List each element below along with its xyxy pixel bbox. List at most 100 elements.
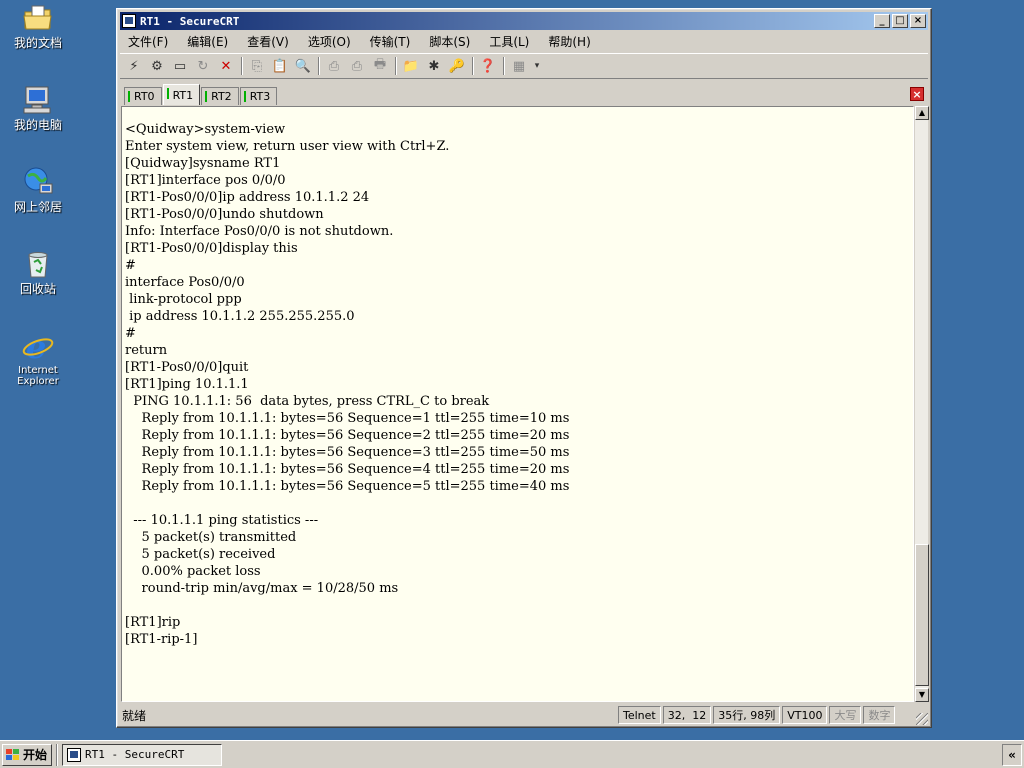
terminal-line: [RT1-Pos0/0/0]quit [125,360,249,375]
session-options-icon[interactable]: 📁 [401,56,421,76]
menu-view[interactable]: 查看(V) [247,33,289,50]
menu-options[interactable]: 选项(O) [308,33,351,50]
menu-script[interactable]: 脚本(S) [429,33,470,50]
tab-label: RT2 [211,90,232,103]
desktop-icon-recycle-bin[interactable]: 回收站 [0,248,76,296]
status-emulation: VT100 [782,706,828,724]
resize-grip-icon[interactable] [916,713,928,725]
disconnect-icon[interactable]: ✕ [216,56,236,76]
tab-label: RT0 [134,90,155,103]
desktop-icon-my-computer[interactable]: 我的电脑 [0,84,76,132]
tab-label: RT3 [249,90,271,103]
maximize-button[interactable]: □ [892,14,908,28]
folder-documents-icon [22,2,54,34]
status-bar: 就绪 Telnet 32, 12 35行, 98列 VT100 大写 数字 [120,705,928,725]
terminal-line: [RT1-Pos0/0/0]ip address 10.1.1.2 24 [125,190,370,205]
scroll-thumb[interactable] [915,544,929,686]
terminal-line: Reply from 10.1.1.1: bytes=56 Sequence=2… [125,428,570,443]
taskbar: 开始 RT1 - SecureCRT « [0,740,1024,768]
close-tab-icon[interactable]: × [910,87,924,101]
tab-rt3[interactable]: RT3 [239,87,278,105]
toolbar-separator [395,57,397,75]
scroll-down-icon[interactable]: ▼ [915,688,929,702]
scroll-up-icon[interactable]: ▲ [915,106,929,120]
terminal-line: 0.00% packet loss [125,564,261,579]
print-selection-icon[interactable]: ⎙ [347,56,367,76]
network-icon [22,166,54,198]
taskbar-item-securecrt[interactable]: RT1 - SecureCRT [62,743,222,766]
quick-connect-icon[interactable]: ⚙ [147,56,167,76]
terminal-text: <Quidway>system-view Enter system view, r… [122,107,913,648]
title-bar[interactable]: RT1 - SecureCRT _ □ × [120,12,928,30]
desktop-icon-label: Internet Explorer [17,365,59,387]
terminal-line: [Quidway]sysname RT1 [125,156,281,171]
windows-flag-icon [6,748,20,761]
start-button[interactable]: 开始 [2,743,52,766]
close-button[interactable]: × [910,14,926,28]
terminal-line: interface Pos0/0/0 [125,275,245,290]
copy-icon[interactable]: ⎘ [247,56,267,76]
minimize-button[interactable]: _ [874,14,890,28]
global-options-icon[interactable]: ✱ [424,56,444,76]
internet-explorer-icon: e [22,328,54,366]
printer-icon[interactable]: 🖶 [370,56,390,76]
tray-expand-icon[interactable]: « [1002,743,1022,766]
menu-help[interactable]: 帮助(H) [548,33,590,50]
recycle-bin-icon [22,248,54,280]
menu-transfer[interactable]: 传输(T) [370,33,411,50]
toolbar-separator [472,57,474,75]
print-icon[interactable]: ⎙ [324,56,344,76]
desktop-icon-label: 我的文档 [13,36,62,50]
tab-rt1[interactable]: RT1 [162,84,201,105]
desktop-icon-my-documents[interactable]: 我的文档 [0,2,76,50]
reconnect-icon[interactable]: ↻ [193,56,213,76]
desktop-icon-network[interactable]: 网上邻居 [0,166,76,214]
session-tab-bar: RT0 RT1 RT2 RT3 × [120,83,928,105]
keypad-icon[interactable]: ▦ [509,56,529,76]
terminal-line: Reply from 10.1.1.1: bytes=56 Sequence=3… [125,445,570,460]
menu-tools[interactable]: 工具(L) [489,33,529,50]
terminal-line: ip address 10.1.1.2 255.255.255.0 [125,309,355,324]
window-title: RT1 - SecureCRT [140,14,240,28]
securecrt-app-icon [122,14,136,28]
terminal-line: round-trip min/avg/max = 10/28/50 ms [125,581,399,596]
svg-text:e: e [26,330,46,362]
desktop-icon-label: 回收站 [19,282,56,296]
terminal-line: [RT1]ping 10.1.1.1 [125,377,249,392]
terminal-line: Reply from 10.1.1.1: bytes=56 Sequence=5… [125,479,570,494]
terminal-line: <Quidway>system-view [125,122,286,137]
status-num-lock: 数字 [863,706,896,724]
tab-rt0[interactable]: RT0 [124,87,162,105]
vertical-scrollbar[interactable]: ▲ ▼ [914,106,929,702]
terminal-line: [RT1]rip [125,615,181,630]
status-ready: 就绪 [122,708,147,723]
connect-in-tab-icon[interactable]: ▭ [170,56,190,76]
terminal-line: Reply from 10.1.1.1: bytes=56 Sequence=4… [125,462,570,477]
connect-icon[interactable]: ⚡ [124,56,144,76]
terminal-line: Info: Interface Pos0/0/0 is not shutdown… [125,224,394,239]
menu-edit[interactable]: 编辑(E) [187,33,228,50]
terminal-line: # [125,326,136,341]
status-terminal-size: 35行, 98列 [713,706,781,724]
toolbar-dropdown-icon[interactable]: ▾ [532,56,542,76]
status-cursor-position: 32, 12 [662,706,712,724]
desktop-icon-internet-explorer[interactable]: e Internet Explorer [0,328,76,387]
key-map-icon[interactable]: 🔑 [447,56,467,76]
tab-rt2[interactable]: RT2 [201,87,239,105]
terminal-line: [RT1]interface pos 0/0/0 [125,173,286,188]
securecrt-app-icon [67,747,81,762]
menu-file[interactable]: 文件(F) [128,33,168,50]
help-icon[interactable]: ❓ [478,56,498,76]
terminal-line: PING 10.1.1.1: 56 data bytes, press CTRL… [125,394,490,409]
terminal-line: link-protocol ppp [125,292,242,307]
terminal-line: 5 packet(s) received [125,547,276,562]
find-icon[interactable]: 🔍 [293,56,313,76]
paste-icon[interactable]: 📋 [270,56,290,76]
desktop-icon-label: 我的电脑 [13,118,62,132]
menu-bar: 文件(F) 编辑(E) 查看(V) 选项(O) 传输(T) 脚本(S) 工具(L… [120,31,928,51]
taskbar-item-label: RT1 - SecureCRT [85,748,185,761]
computer-icon [22,84,54,116]
terminal-output[interactable]: <Quidway>system-view Enter system view, r… [121,106,914,702]
tab-label: RT1 [172,88,194,102]
